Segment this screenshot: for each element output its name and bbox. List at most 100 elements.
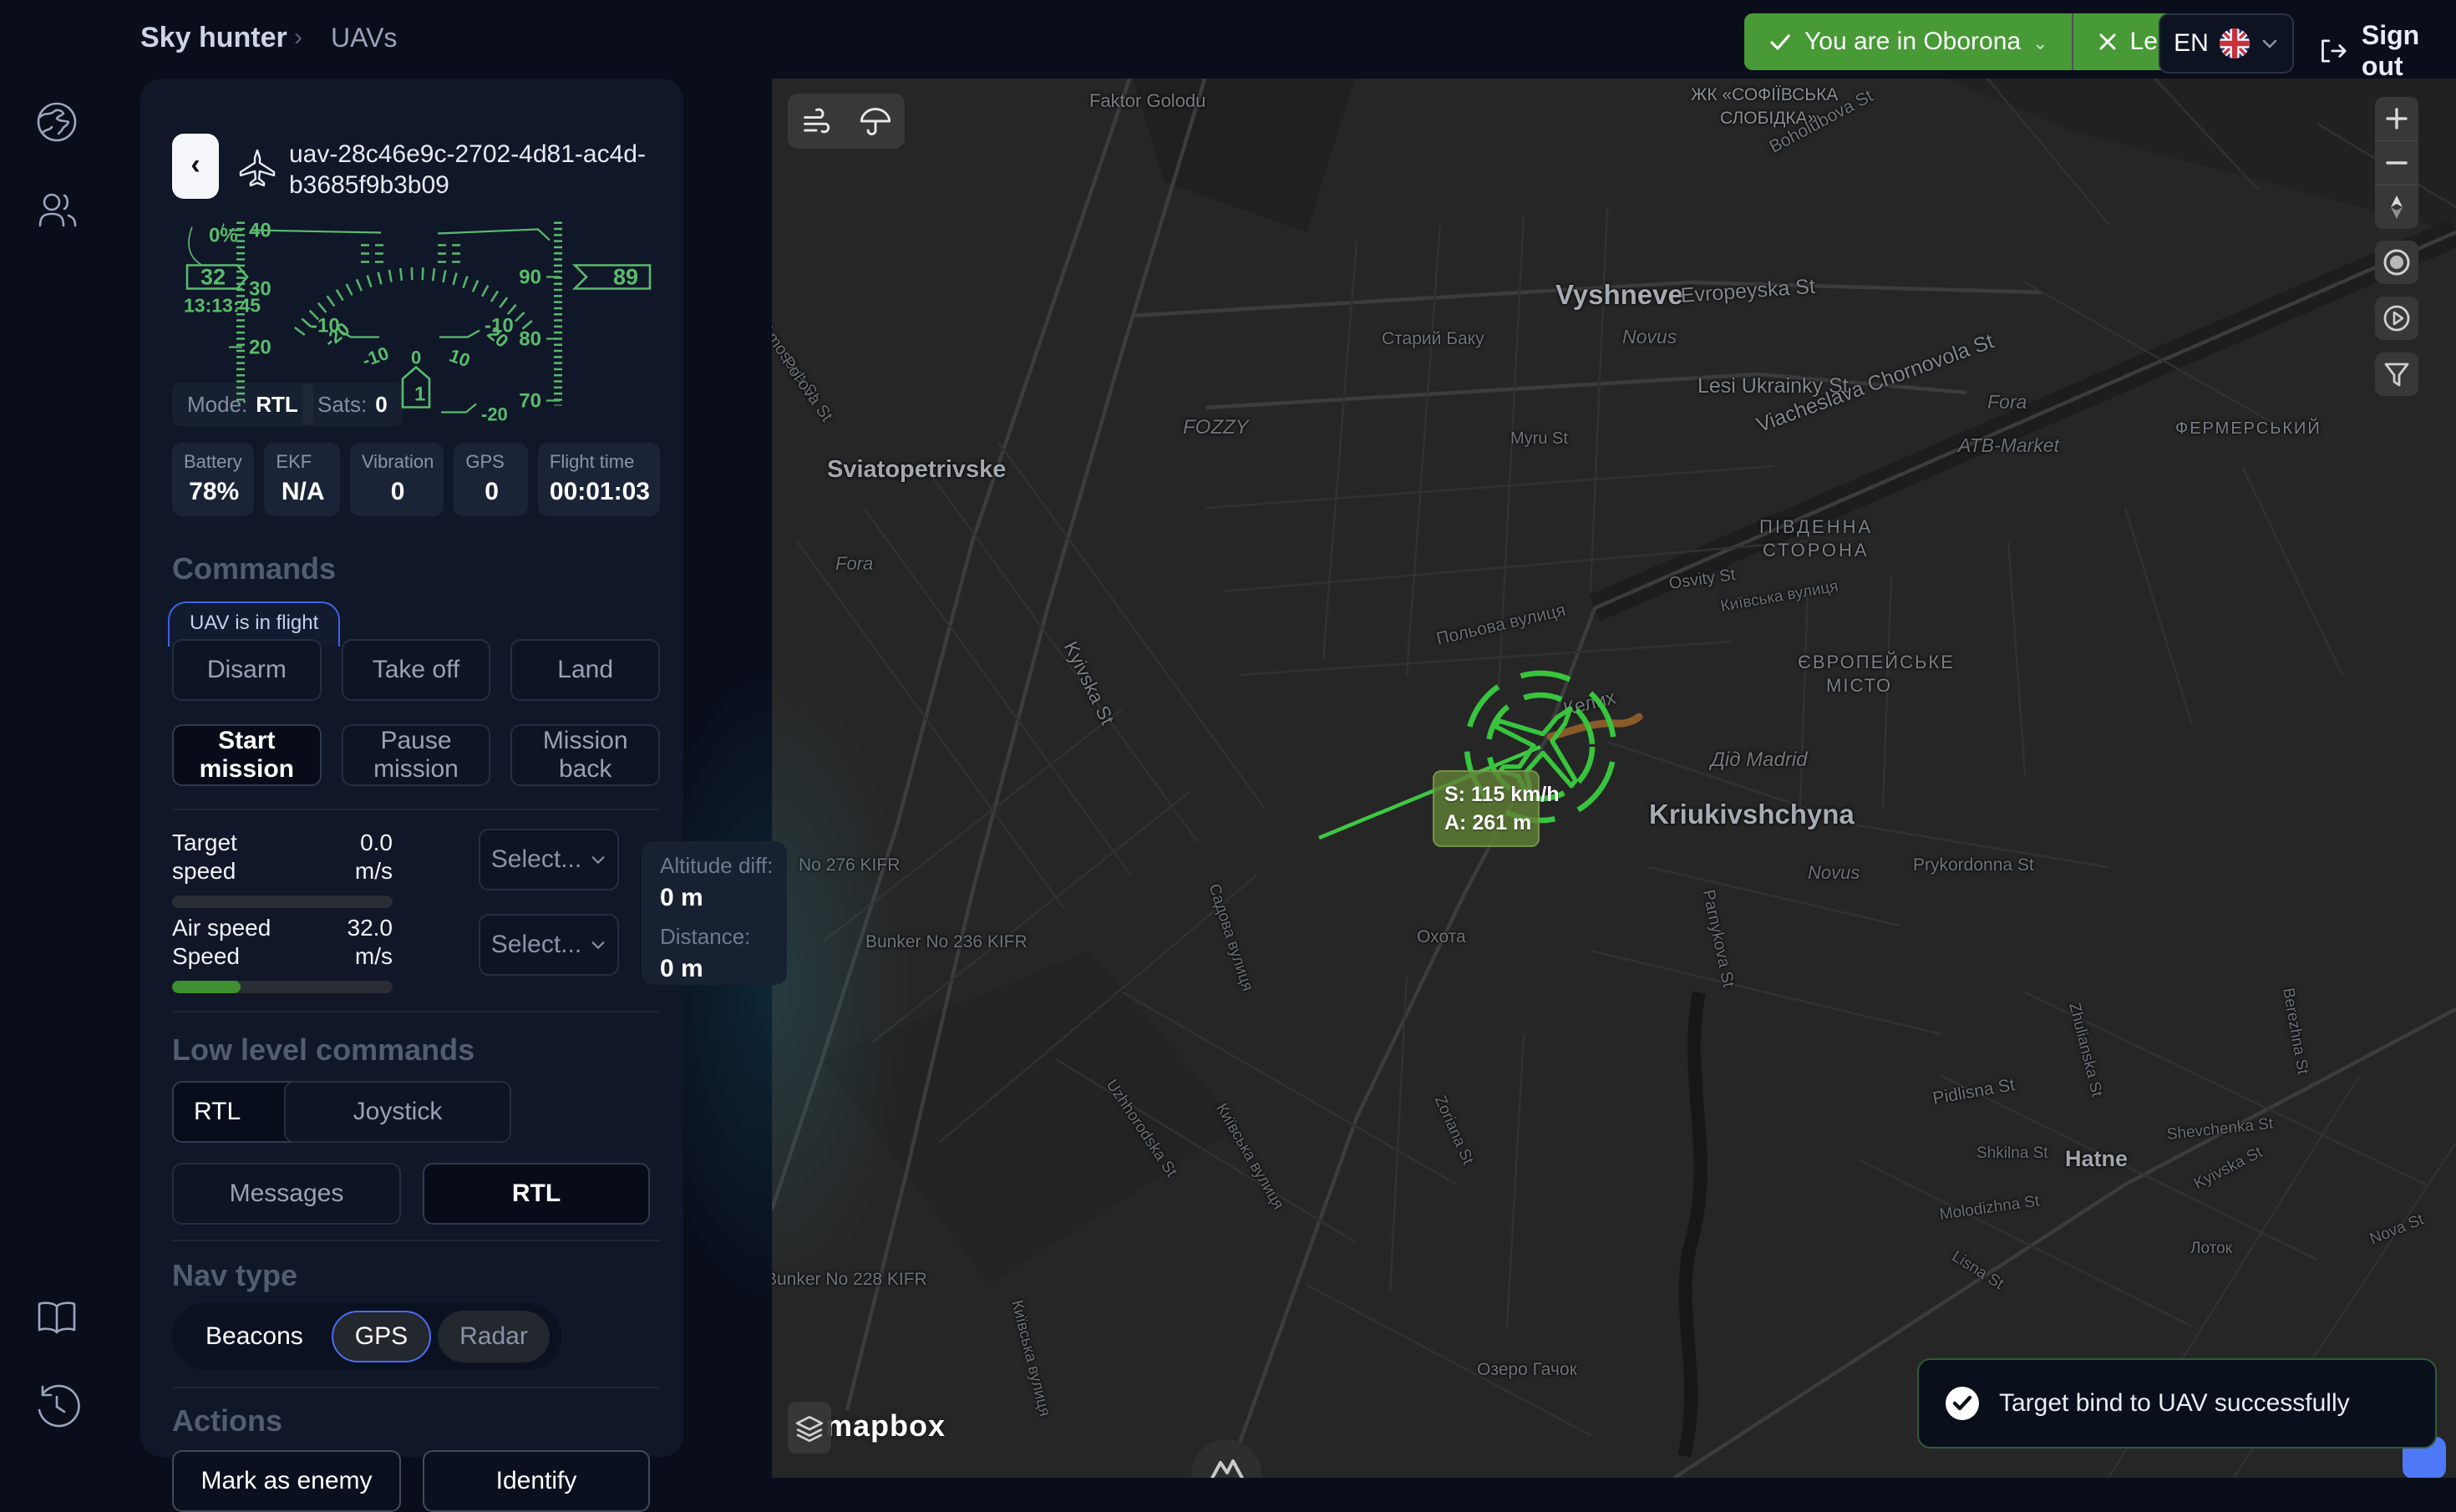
app-brand[interactable]: Sky hunter [140,22,287,54]
compass-button[interactable] [2375,185,2418,229]
target-speed-select[interactable]: Select... [479,829,619,890]
globe-icon [32,97,82,147]
uav-control-panel: ‹ uav-28c46e9c-2702-4d81-ac4d-b3685f9b3b… [140,79,683,1457]
target-speed-progress [172,896,393,908]
hud-display: 0% 40 30 20 32 13:13:45 90 80 70 89 -10 … [172,212,660,431]
air-speed-select[interactable]: Select... [479,914,619,976]
chevron-down-icon [590,851,606,868]
weather-panel [788,94,905,149]
layers-button[interactable] [788,1402,831,1454]
wind-button[interactable] [796,100,838,142]
air-speed-progress-fill [172,981,241,993]
chevron-down-icon [590,936,606,953]
signout-button[interactable]: Sign out [2317,20,2456,82]
hud-roll-value: 1 [414,383,425,406]
distance-value: 0 m [660,955,787,983]
stat-gps: GPS0 [454,443,528,516]
geolocate-button[interactable] [2375,241,2418,284]
telemetry-stats: Battery78% EKFN/A Vibration0 GPS0 Flight… [172,443,660,516]
filter-button[interactable] [2375,353,2418,396]
toast-message: Target bind to UAV successfully [1999,1389,2350,1418]
mapbox-attribution[interactable]: mapbox [825,1408,946,1444]
air-speed-row: Air speedSpeed 32.0m/s [172,914,393,993]
zoom-in-button[interactable] [2375,97,2418,140]
wind-icon [800,104,834,138]
zone-split-button: You are in Oborona ⌄ Leave [1744,13,2221,70]
sidebar-item-docs[interactable] [32,1293,82,1343]
divider [172,1240,660,1241]
success-check-icon [1944,1385,1981,1422]
language-selector[interactable]: EN [2159,13,2294,74]
svg-text:-10: -10 [359,342,391,371]
svg-text:20: 20 [249,337,271,359]
uav-speed-readout: S: 115 km/h [1444,780,1528,809]
hud-sats-chip: Sats:0 [302,383,403,426]
chevron-down-icon: ⌄ [2032,33,2048,54]
breadcrumb-separator-icon: › [294,23,302,52]
uav-tooltip: S: 115 km/h A: 261 m [1433,770,1540,847]
mission-back-button[interactable]: Mission back [510,724,660,786]
messages-button[interactable]: Messages [172,1163,401,1225]
compass-needle-icon [2383,194,2410,221]
close-icon [2097,31,2119,53]
map-streets [772,74,2456,1478]
takeoff-button[interactable]: Take off [342,639,491,701]
hud-altitude: 89 [613,265,638,290]
filter-control [2375,353,2418,396]
sidebar-item-users[interactable] [32,185,82,236]
start-mission-button[interactable]: Start mission [172,724,322,786]
nav-option-beacons[interactable]: Beacons [184,1311,325,1362]
nav-option-gps[interactable]: GPS [332,1311,431,1362]
uk-flag-icon [2219,28,2250,59]
pause-mission-button[interactable]: Pause mission [342,724,491,786]
flight-metrics-card: Altitude diff: 0 m Distance: 0 m [642,841,787,985]
disarm-button[interactable]: Disarm [172,639,322,701]
users-icon [32,185,82,236]
identify-button[interactable]: Identify [423,1450,650,1512]
chevron-down-icon [2261,34,2279,53]
svg-text:0: 0 [411,348,421,368]
svg-text:80: 80 [519,328,541,351]
signout-label: Sign out [2362,20,2456,82]
joystick-button[interactable]: Joystick [284,1081,511,1143]
rtl-button[interactable]: RTL [423,1163,650,1225]
signout-icon [2317,33,2350,69]
svg-text:-20: -20 [481,404,508,425]
playback-control [2375,297,2418,340]
hud-throttle: 0% [209,225,238,247]
svg-text:40: 40 [249,220,271,242]
uav-altitude-readout: A: 261 m [1444,809,1528,837]
hud-mode-chip: Mode:RTL [172,383,313,426]
chevron-left-icon: ‹ [190,149,200,181]
map-canvas[interactable]: ЖК «СОФІЇВСЬКАСЛОБІДКА»Faktor GoloduBoho… [772,74,2456,1478]
nav-type-switch: Beacons GPS Radar [172,1303,561,1370]
low-level-title: Low level commands [172,1033,474,1068]
stat-ekf: EKFN/A [264,443,340,516]
mark-as-enemy-button[interactable]: Mark as enemy [172,1450,401,1512]
playback-button[interactable] [2375,297,2418,340]
back-button[interactable]: ‹ [172,134,219,199]
uav-id: uav-28c46e9c-2702-4d81-ac4d-b3685f9b3b09 [289,139,657,200]
zone-status-label: You are in Oborona [1804,28,2021,56]
umbrella-icon [859,104,892,138]
sidebar-item-history[interactable] [32,1380,82,1430]
open-book-icon [32,1293,82,1343]
target-speed-row: Targetspeed 0.0m/s [172,829,393,908]
uav-plane-icon [237,147,277,187]
check-icon [1768,29,1793,54]
nav-type-title: Nav type [172,1258,297,1293]
zoom-out-button[interactable] [2375,140,2418,185]
geolocate-control [2375,241,2418,284]
actions-title: Actions [172,1403,282,1438]
umbrella-button[interactable] [855,100,896,142]
zone-status-button[interactable]: You are in Oborona ⌄ [1744,13,2072,70]
land-button[interactable]: Land [510,639,660,701]
nav-option-radar[interactable]: Radar [438,1311,550,1362]
sidebar-item-map[interactable] [32,97,82,147]
language-code: EN [2174,29,2209,58]
history-clock-icon [32,1380,82,1430]
hud-speed: 32 [200,265,226,290]
divider [172,809,660,810]
stat-vibration: Vibration0 [350,443,444,516]
stat-flight-time: Flight time00:01:03 [538,443,660,516]
